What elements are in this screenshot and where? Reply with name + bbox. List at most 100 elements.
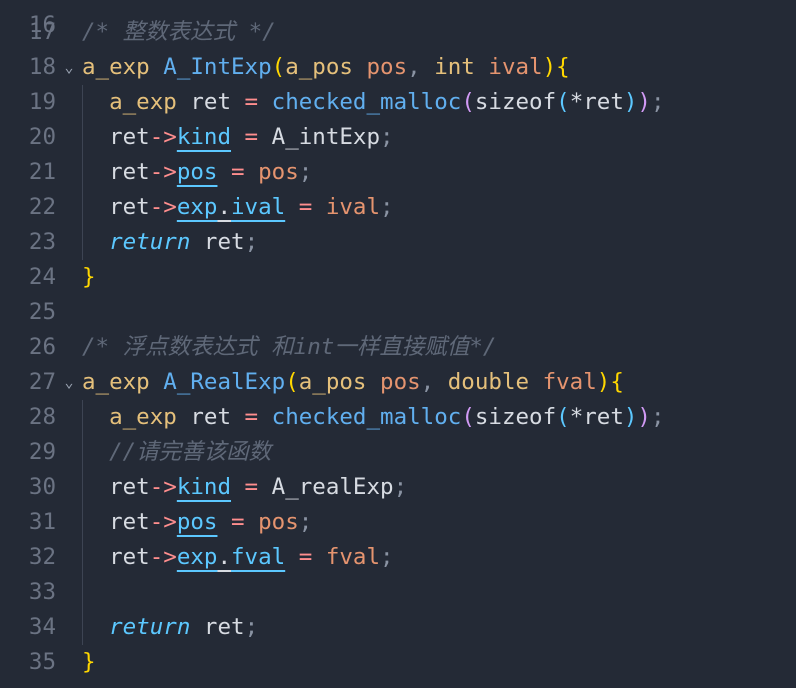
code-line[interactable]: 29 //请完善该函数 (0, 435, 796, 470)
code-text[interactable]: ret->exp.fval = fval; (82, 540, 393, 575)
code-text[interactable]: } (82, 260, 96, 295)
code-token: * (569, 89, 584, 115)
code-token: ret (109, 159, 150, 185)
code-line[interactable]: 23 return ret; (0, 225, 796, 260)
code-token: -> (149, 159, 177, 185)
code-token: ( (271, 54, 286, 80)
code-text[interactable]: a_exp ret = checked_malloc(sizeof(*ret))… (82, 400, 664, 435)
code-line[interactable]: 25 (0, 295, 796, 330)
code-token: ( (556, 89, 570, 115)
code-token: } (82, 649, 96, 675)
code-token: ) (637, 89, 651, 115)
code-line-partial: 16 (0, 0, 796, 38)
code-token: -> (149, 474, 177, 500)
code-token: = (231, 124, 272, 150)
code-token: //请完善该函数 (109, 439, 272, 465)
code-text[interactable]: return ret; (82, 225, 258, 260)
code-line[interactable]: 28 a_exp ret = checked_malloc(sizeof(*re… (0, 400, 796, 435)
line-number: 27 (28, 369, 56, 395)
code-line[interactable]: 30 ret->kind = A_realExp; (0, 470, 796, 505)
code-line[interactable]: 24} (0, 260, 796, 295)
code-token: pos (380, 369, 421, 395)
code-line[interactable]: 33 (0, 575, 796, 610)
line-number: 17 (28, 19, 56, 45)
code-line[interactable]: 19 a_exp ret = checked_malloc(sizeof(*re… (0, 85, 796, 120)
code-token: int (434, 54, 475, 80)
code-line[interactable]: 35} (0, 645, 796, 680)
code-token: pos (176, 159, 218, 185)
code-token: ( (556, 404, 570, 430)
code-token: = (217, 159, 259, 185)
code-token: ret (109, 124, 150, 150)
code-text[interactable]: a_exp A_RealExp(a_pos pos, double fval){ (82, 365, 624, 400)
code-text[interactable]: } (82, 645, 96, 680)
code-text[interactable]: a_exp ret = checked_malloc(sizeof(*ret))… (82, 85, 665, 120)
code-token: /* 浮点数表达式 和int一样直接赋值*/ (82, 334, 497, 360)
code-token: sizeof (474, 89, 557, 115)
code-editor[interactable]: 16 17/* 整数表达式 */18 ⌄ a_exp A_IntExp(a_pos … (0, 0, 796, 688)
code-token: = (285, 544, 326, 570)
line-number: 29 (28, 439, 56, 465)
code-token: checked_malloc (271, 89, 462, 115)
code-token: /* 整数表达式 */ (82, 19, 276, 45)
line-number: 30 (28, 474, 56, 500)
code-line[interactable]: 20 ret->kind = A_intExp; (0, 120, 796, 155)
code-line[interactable]: 18 ⌄ a_exp A_IntExp(a_pos pos, int ival){ (0, 50, 796, 85)
code-token: ret (109, 474, 150, 500)
code-token: A_RealExp (163, 369, 286, 395)
code-token: = (231, 89, 272, 115)
code-token: ( (285, 369, 299, 395)
code-line[interactable]: 26 /* 浮点数表达式 和int一样直接赋值*/ (0, 330, 796, 365)
line-number: 18 (28, 54, 56, 80)
code-line[interactable]: 32 ret->exp.fval = fval; (0, 540, 796, 575)
code-token: a_pos (285, 54, 353, 80)
line-number: 33 (28, 579, 56, 605)
code-text[interactable]: return ret; (82, 610, 258, 645)
code-text[interactable]: ret->pos = pos; (82, 505, 312, 540)
code-token: a_exp (109, 404, 177, 430)
code-token: ; (380, 194, 394, 220)
code-text[interactable]: /* 整数表达式 */ (82, 15, 276, 50)
code-line[interactable]: 27 ⌄ a_exp A_RealExp(a_pos pos, double fva… (0, 365, 796, 400)
code-token: exp (176, 544, 218, 570)
code-token: ; (650, 89, 665, 115)
code-line[interactable]: 31 ret->pos = pos; (0, 505, 796, 540)
code-token: ret (190, 404, 232, 430)
fold-chevron-icon[interactable]: ⌄ (62, 365, 76, 400)
code-line[interactable]: 22 ret->exp.ival = ival; (0, 190, 796, 225)
code-text[interactable]: ret->kind = A_realExp; (82, 470, 407, 505)
code-token: exp (176, 194, 218, 220)
code-token: ; (298, 509, 313, 535)
code-token: ( (461, 404, 475, 430)
code-token: ret (109, 544, 150, 570)
code-line[interactable]: 17 /* 整数表达式 */ (0, 15, 796, 50)
code-text[interactable]: ret->pos = pos; (82, 155, 312, 190)
fold-chevron-icon[interactable]: ⌄ (62, 50, 76, 85)
code-text[interactable]: //请完善该函数 (82, 435, 271, 470)
code-text[interactable]: ret->kind = A_intExp; (82, 120, 393, 155)
code-token: pos (258, 159, 299, 185)
code-token: ival (488, 54, 543, 80)
code-token: } (82, 264, 96, 290)
line-number: 21 (28, 159, 56, 185)
code-text[interactable]: ret->exp.ival = ival; (82, 190, 394, 225)
code-text[interactable]: a_exp A_IntExp(a_pos pos, int ival){ (82, 50, 570, 85)
line-number: 26 (28, 334, 56, 360)
code-text[interactable]: /* 浮点数表达式 和int一样直接赋值*/ (82, 330, 496, 365)
code-line[interactable]: 21 ret->pos = pos; (0, 155, 796, 190)
code-token: ){ (542, 54, 570, 80)
code-token: ret (190, 89, 232, 115)
code-token: ( (461, 89, 475, 115)
code-token: ret (203, 614, 245, 640)
code-line[interactable]: 34 return ret; (0, 610, 796, 645)
